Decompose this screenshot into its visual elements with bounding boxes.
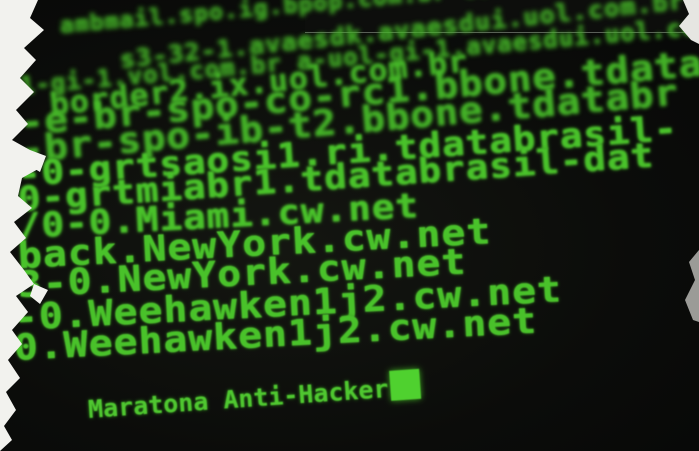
tagline-text: Maratona Anti-Hacker [87, 374, 390, 424]
terminal-line: -e-br-spo-co-rc1.bbone.tdatabr [18, 39, 699, 144]
hacker-banner: ambmail.spo.ig.bpop.com.br correio.uol s… [0, 0, 699, 451]
terminal-line: 0-grtmiabr1.tdatabrasil-dat [16, 135, 656, 220]
terminal-line: 3-0.NewYork.cw.net [16, 241, 468, 306]
terminal-line: back.NewYork.cw.net [16, 211, 493, 277]
torn-paper-right [679, 0, 699, 322]
tagline: Maratona Anti-Hacker [87, 368, 422, 424]
terminal-line: border2.ix.uol.com.br [48, 44, 470, 123]
top-dark-panel [305, 0, 699, 33]
terminal-line: -0.Weehawken1j2.cw.net [12, 269, 564, 339]
terminal-line: -0-grtsaosi1.ri.tdatabrasil- [16, 108, 680, 195]
torn-paper-left [0, 0, 48, 451]
terminal-line: /0-0.Miami.cw.net [16, 186, 420, 247]
cursor-block-icon [389, 368, 422, 401]
terminal-line: -br-spo-ib-t2.bbone.tdatabr [18, 72, 681, 171]
terminal-line: 0.Weehawken1j2.cw.net [12, 300, 539, 369]
